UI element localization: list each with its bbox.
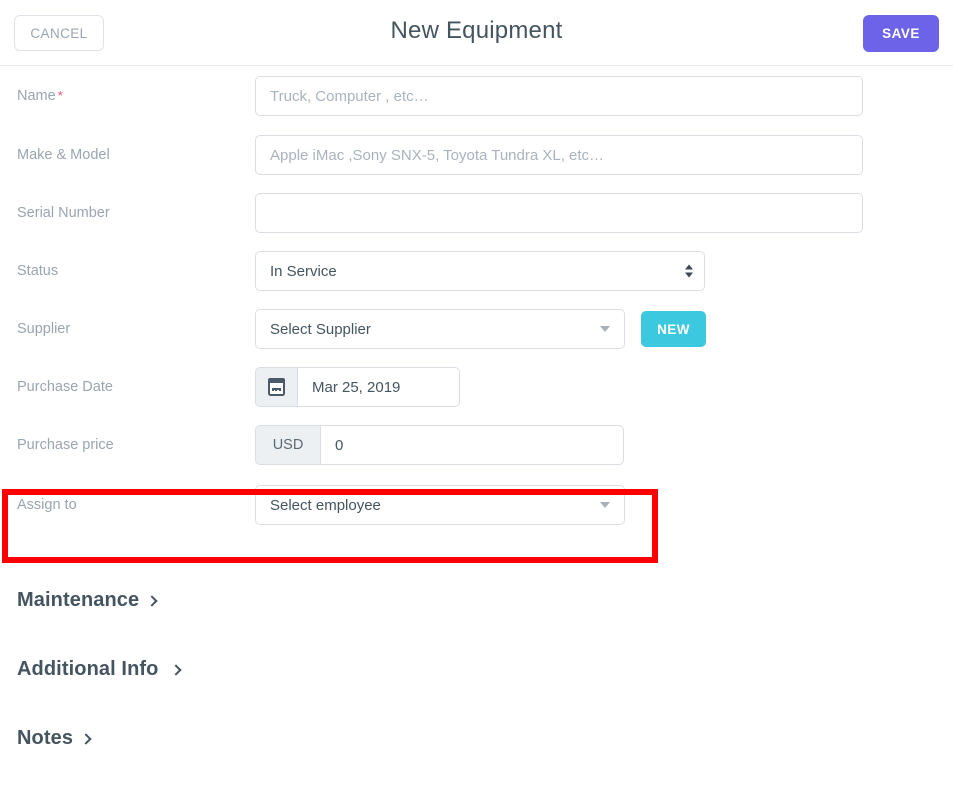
purchase-price-group: USD <box>255 425 624 465</box>
make-model-input[interactable] <box>255 135 863 175</box>
purchase-price-label: Purchase price <box>17 437 114 453</box>
purchase-date-group <box>255 367 460 407</box>
status-control: In Service <box>255 251 705 291</box>
page-header: CANCEL New Equipment SAVE <box>0 0 953 66</box>
assign-to-dropdown[interactable]: Select employee <box>255 485 625 525</box>
chevron-right-icon <box>80 732 92 745</box>
section-notes-label: Notes <box>17 727 74 749</box>
purchase-date-input[interactable] <box>297 367 460 407</box>
collapsible-sections: Maintenance Additional Info Notes <box>0 536 953 773</box>
section-maintenance-label: Maintenance <box>17 589 140 611</box>
form-row-supplier: Supplier Select Supplier NEW <box>0 300 953 358</box>
new-supplier-button[interactable]: NEW <box>641 311 706 347</box>
save-button[interactable]: SAVE <box>863 15 939 52</box>
supplier-dropdown[interactable]: Select Supplier <box>255 309 625 349</box>
serial-number-control <box>255 193 863 233</box>
form-row-assign-to: Assign to Select employee <box>0 474 953 536</box>
assign-to-control: Select employee <box>255 485 625 525</box>
name-input[interactable] <box>255 76 863 116</box>
form-row-make-model: Make & Model <box>0 126 953 184</box>
chevron-down-icon <box>600 326 610 332</box>
section-maintenance[interactable]: Maintenance <box>0 566 953 635</box>
supplier-label: Supplier <box>17 321 71 337</box>
serial-number-label: Serial Number <box>17 205 110 221</box>
form-row-serial-number: Serial Number <box>0 184 953 242</box>
required-asterisk: * <box>57 88 63 103</box>
status-select[interactable]: In Service <box>255 251 705 291</box>
make-model-label: Make & Model <box>17 147 110 163</box>
new-equipment-screen: CANCEL New Equipment SAVE Name* Make & M… <box>0 0 953 795</box>
form-row-purchase-price: Purchase price USD <box>0 416 953 474</box>
chevron-right-icon <box>146 594 158 607</box>
purchase-date-control <box>255 367 460 407</box>
status-select-wrap: In Service <box>255 251 705 291</box>
name-control <box>255 76 863 116</box>
chevron-right-icon <box>170 663 183 676</box>
calendar-icon <box>267 378 286 396</box>
form-row-purchase-date: Purchase Date <box>0 358 953 416</box>
page-title: New Equipment <box>390 17 563 44</box>
form-row-status: Status In Service <box>0 242 953 300</box>
name-label: Name * <box>0 88 255 104</box>
section-additional-info-label: Additional Info <box>17 658 159 680</box>
currency-prefix: USD <box>255 425 320 465</box>
chevron-down-icon <box>600 502 610 508</box>
supplier-dropdown-value: Select Supplier <box>270 320 371 338</box>
purchase-date-label: Purchase Date <box>17 379 113 395</box>
status-label: Status <box>17 263 59 279</box>
section-additional-info[interactable]: Additional Info <box>0 635 953 704</box>
section-notes[interactable]: Notes <box>0 704 953 773</box>
assign-to-label: Assign to <box>17 497 77 513</box>
form-row-name: Name * <box>0 66 953 126</box>
supplier-control: Select Supplier NEW <box>255 309 706 349</box>
equipment-form: Name* Make & Model Serial Number Status <box>0 66 953 536</box>
serial-number-input[interactable] <box>255 193 863 233</box>
make-model-control <box>255 135 863 175</box>
purchase-price-control: USD <box>255 425 624 465</box>
calendar-icon-button[interactable] <box>255 367 297 407</box>
purchase-price-input[interactable] <box>320 425 624 465</box>
assign-to-dropdown-value: Select employee <box>270 496 381 514</box>
name-label-text: Name <box>17 88 56 104</box>
